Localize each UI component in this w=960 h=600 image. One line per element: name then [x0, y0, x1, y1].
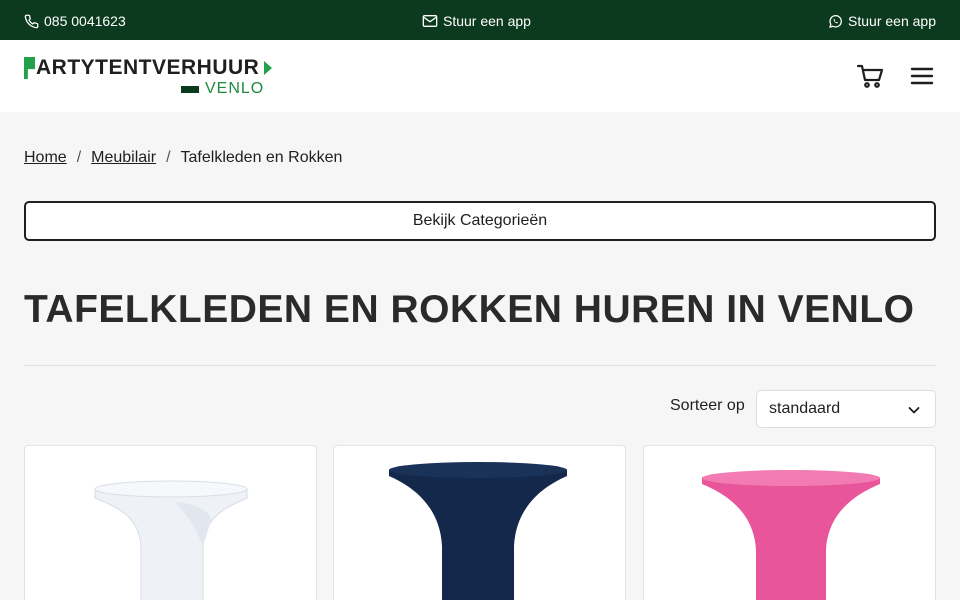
breadcrumb: Home / Meubilair / Tafelkleden en Rokken	[24, 148, 342, 168]
page-title: TAFELKLEDEN EN ROKKEN HUREN IN VENLO	[24, 288, 915, 331]
whatsapp-link[interactable]: Stuur een app	[828, 12, 936, 30]
site-header: ARTYTENTVERHUUR VENLO	[0, 40, 960, 112]
logo-city: VENLO	[205, 80, 265, 97]
cart-icon	[856, 64, 884, 94]
sort-label: Sorteer op	[670, 397, 745, 414]
breadcrumb-separator: /	[166, 149, 171, 166]
view-categories-button[interactable]: Bekijk Categorieën	[24, 201, 936, 241]
phone-icon	[24, 14, 39, 29]
chevron-down-icon	[907, 403, 921, 422]
whatsapp-icon	[828, 14, 843, 29]
whatsapp-label: Stuur een app	[848, 13, 936, 29]
menu-icon	[910, 67, 934, 92]
logo-city-line: VENLO	[181, 81, 264, 97]
breadcrumb-home[interactable]: Home	[24, 148, 67, 168]
breadcrumb-current: Tafelkleden en Rokken	[180, 149, 343, 166]
logo-bar	[181, 85, 199, 93]
product-card[interactable]	[24, 445, 317, 600]
logo-p-mark	[24, 57, 35, 79]
mail-label: Stuur een app	[443, 13, 531, 29]
top-bar: 085 0041623 Stuur een app Stuur een app	[0, 0, 960, 40]
logo-triangle-icon	[264, 61, 273, 75]
mail-icon	[422, 14, 438, 28]
breadcrumb-separator: /	[76, 149, 82, 166]
site-logo[interactable]: ARTYTENTVERHUUR VENLO	[24, 56, 273, 98]
logo-brand: ARTYTENTVERHUUR	[36, 56, 260, 79]
breadcrumb-meubilair[interactable]: Meubilair	[91, 148, 156, 168]
divider	[24, 365, 936, 366]
sort-select[interactable]: standaard	[756, 390, 936, 428]
product-card[interactable]	[333, 445, 626, 600]
mail-link[interactable]: Stuur een app	[422, 12, 531, 30]
logo-wordmark: ARTYTENTVERHUUR	[24, 56, 273, 80]
product-image	[389, 462, 567, 600]
sort-selected-value: standaard	[769, 400, 841, 417]
menu-button[interactable]	[910, 64, 934, 88]
phone-link[interactable]: 085 0041623	[24, 12, 126, 30]
product-image	[94, 480, 248, 600]
product-image	[702, 470, 880, 600]
cart-button[interactable]	[856, 62, 884, 90]
phone-number: 085 0041623	[44, 13, 126, 29]
product-card[interactable]	[643, 445, 936, 600]
